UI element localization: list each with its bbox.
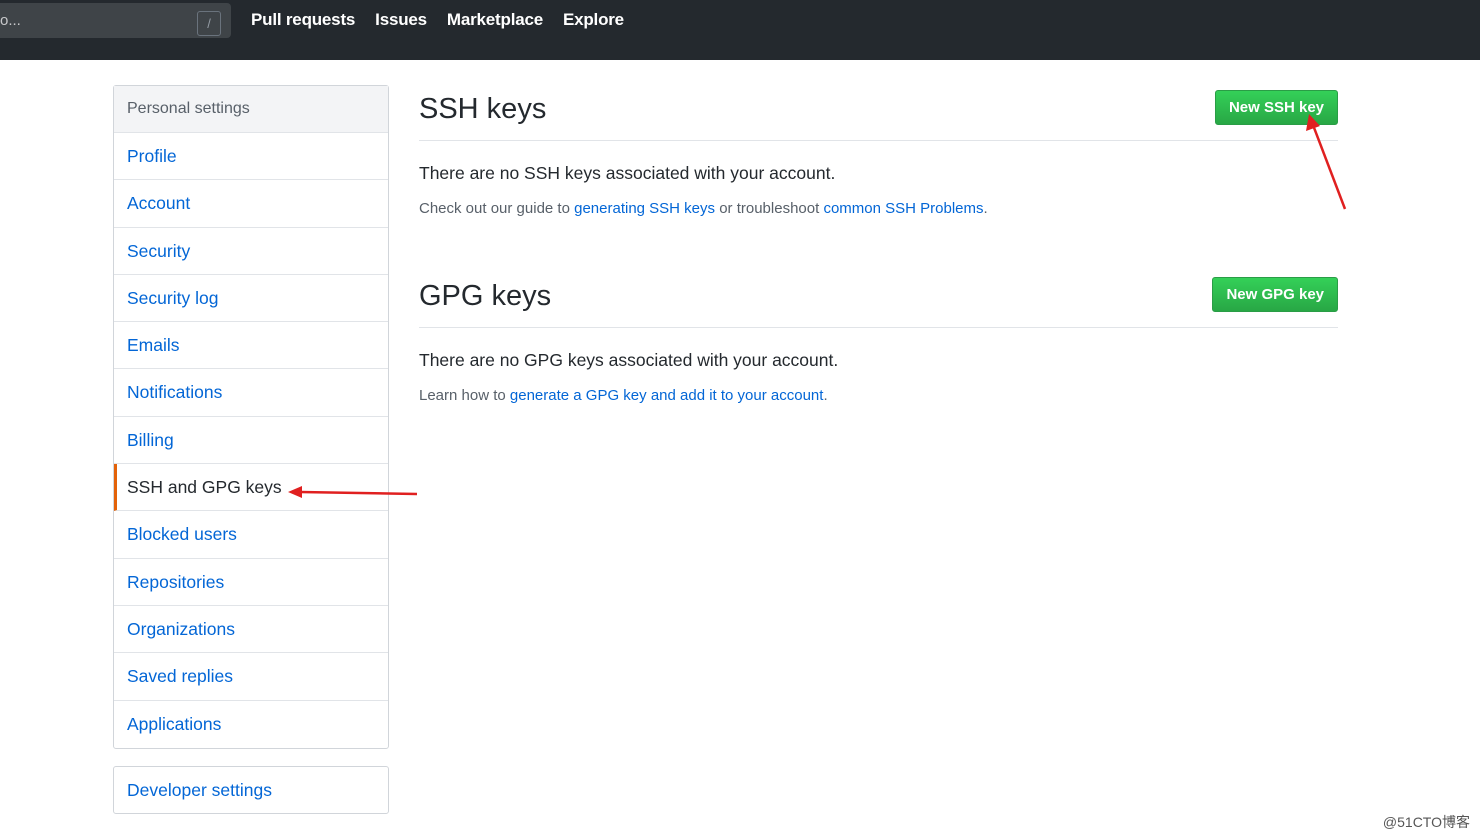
search-input[interactable]: o... / xyxy=(0,3,231,38)
top-navbar: o... / Pull requests Issues Marketplace … xyxy=(0,0,1480,60)
ssh-help-note: Check out our guide to generating SSH ke… xyxy=(419,200,1338,217)
sidebar-item-account[interactable]: Account xyxy=(114,180,388,228)
sidebar-item-developer-settings[interactable]: Developer settings xyxy=(114,767,388,814)
sidebar-item-notifications[interactable]: Notifications xyxy=(114,369,388,417)
developer-settings-box: Developer settings xyxy=(113,766,389,814)
nav-issues[interactable]: Issues xyxy=(375,10,427,30)
nav-pull-requests[interactable]: Pull requests xyxy=(251,10,355,30)
ssh-keys-header: SSH keys New SSH key xyxy=(419,85,1338,141)
gpg-help-note: Learn how to generate a GPG key and add … xyxy=(419,387,1338,404)
gpg-note-prefix: Learn how to xyxy=(419,387,510,404)
generate-gpg-key-link[interactable]: generate a GPG key and add it to your ac… xyxy=(510,387,824,404)
gpg-keys-title: GPG keys xyxy=(419,280,552,312)
gpg-empty-message: There are no GPG keys associated with yo… xyxy=(419,350,839,370)
ssh-note-prefix: Check out our guide to xyxy=(419,200,575,217)
sidebar-item-profile[interactable]: Profile xyxy=(114,133,388,181)
sidebar-item-emails[interactable]: Emails xyxy=(114,322,388,370)
sidebar-item-organizations[interactable]: Organizations xyxy=(114,606,388,654)
sidebar-item-applications[interactable]: Applications xyxy=(114,701,388,748)
nav-marketplace[interactable]: Marketplace xyxy=(447,10,543,30)
sidebar-item-security[interactable]: Security xyxy=(114,228,388,275)
sidebar-item-security-log[interactable]: Security log xyxy=(114,275,388,323)
search-placeholder: o... xyxy=(0,12,21,29)
new-ssh-key-button[interactable]: New SSH key xyxy=(1214,90,1338,125)
nav-explore[interactable]: Explore xyxy=(563,10,624,30)
gpg-keys-section: GPG keys New GPG key There are no GPG ke… xyxy=(419,272,1338,404)
search-shortcut-key: / xyxy=(197,11,221,36)
sidebar-item-blocked-users[interactable]: Blocked users xyxy=(114,511,388,559)
sidebar-heading: Personal settings xyxy=(114,86,388,133)
global-nav: Pull requests Issues Marketplace Explore xyxy=(251,10,624,30)
new-gpg-key-button[interactable]: New GPG key xyxy=(1212,277,1338,312)
ssh-note-mid: or troubleshoot xyxy=(715,200,824,217)
watermark: @51CTO博客 xyxy=(1382,814,1470,830)
common-ssh-problems-link[interactable]: common SSH Problems xyxy=(823,200,983,217)
sidebar-item-repositories[interactable]: Repositories xyxy=(114,559,388,606)
generating-ssh-keys-link[interactable]: generating SSH keys xyxy=(574,200,715,217)
sidebar-item-ssh-gpg-keys[interactable]: SSH and GPG keys xyxy=(114,464,388,512)
gpg-note-suffix: . xyxy=(823,387,828,404)
ssh-keys-section: SSH keys New SSH key There are no SSH ke… xyxy=(419,85,1338,217)
ssh-empty-message: There are no SSH keys associated with yo… xyxy=(419,163,836,183)
gpg-keys-header: GPG keys New GPG key xyxy=(419,272,1338,328)
settings-sidebar: Personal settings Profile Account Securi… xyxy=(113,85,389,749)
sidebar-item-saved-replies[interactable]: Saved replies xyxy=(114,653,388,701)
ssh-note-suffix: . xyxy=(983,200,988,217)
ssh-keys-title: SSH keys xyxy=(419,93,547,125)
sidebar-item-billing[interactable]: Billing xyxy=(114,417,388,465)
